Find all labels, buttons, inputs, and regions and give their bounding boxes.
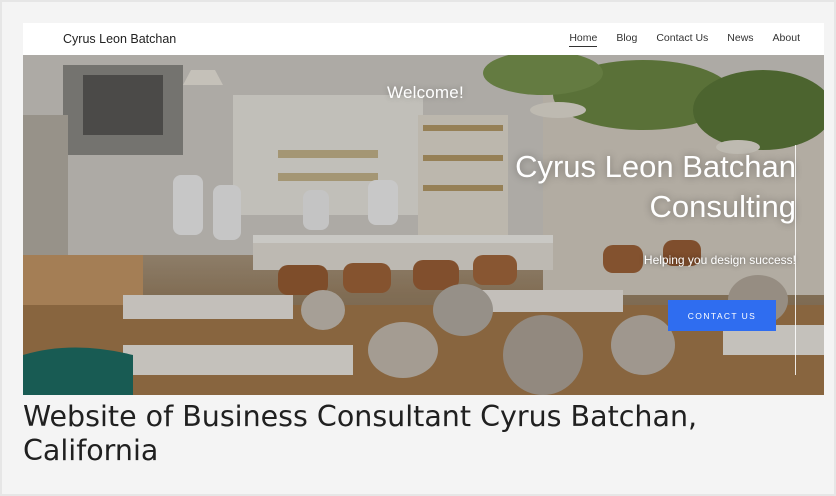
welcome-text: Welcome! [387,83,464,102]
hero-title: Cyrus Leon Batchan Consulting [416,147,796,227]
screenshot-frame: Cyrus Leon Batchan Home Blog Contact Us … [0,0,836,496]
nav-about[interactable]: About [773,32,800,46]
website-preview: Cyrus Leon Batchan Home Blog Contact Us … [23,23,824,395]
nav-home[interactable]: Home [569,32,598,47]
nav-contact-us[interactable]: Contact Us [656,32,708,46]
hero-title-line2: Consulting [649,189,796,224]
hero-tagline: Helping you design success! [643,253,796,267]
hero-title-line1: Cyrus Leon Batchan [515,149,796,184]
hero-section: Welcome! Cyrus Leon Batchan Consulting H… [23,55,824,395]
nav-blog[interactable]: Blog [616,32,637,46]
site-brand[interactable]: Cyrus Leon Batchan [63,32,550,46]
contact-us-button[interactable]: CONTACT US [668,300,776,331]
image-caption: Website of Business Consultant Cyrus Bat… [23,400,698,467]
hero-divider [795,145,796,375]
top-navigation: Cyrus Leon Batchan Home Blog Contact Us … [23,23,824,55]
nav-news[interactable]: News [727,32,753,46]
nav-menu: Home Blog Contact Us News About [550,32,800,47]
